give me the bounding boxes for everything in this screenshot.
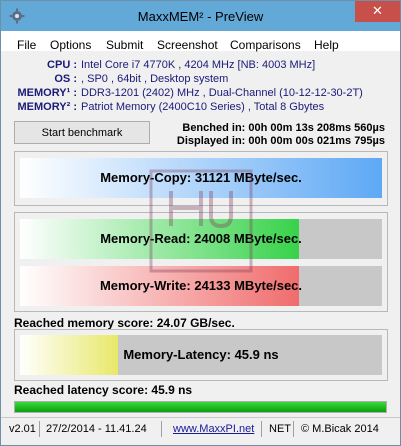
info-value: Patriot Memory (2400C10 Series) , Total … xyxy=(81,101,325,113)
menu-submit[interactable]: Submit xyxy=(106,38,143,52)
start-benchmark-button[interactable]: Start benchmark xyxy=(14,121,150,144)
status-datetime: 27/2/2014 - 11.41.24 xyxy=(46,423,147,435)
status-divider xyxy=(39,421,40,437)
menu-options[interactable]: Options xyxy=(50,38,91,52)
status-divider xyxy=(161,421,162,437)
status-divider xyxy=(261,421,262,437)
memory-latency-label: Memory-Latency: 45.9 ns xyxy=(123,347,279,362)
status-version: v2.01 xyxy=(9,423,36,435)
progress-bar xyxy=(14,401,387,413)
system-info: CPU : Intel Core i7 4770K , 4204 MHz [NB… xyxy=(1,53,400,115)
benched-time: Benched in: 00h 00m 13s 208ms 560µs xyxy=(182,122,385,134)
info-key: MEMORY¹ : xyxy=(17,87,77,99)
menu-screenshot[interactable]: Screenshot xyxy=(157,38,218,52)
memory-score: Reached memory score: 24.07 GB/sec. xyxy=(14,316,235,330)
status-copyright: © M.Bicak 2014 xyxy=(301,423,379,435)
menu-file[interactable]: File xyxy=(17,38,36,52)
app-window: MaxxMEM² - PreView ✕ File Options Submit… xyxy=(0,0,401,446)
menu-help[interactable]: Help xyxy=(314,38,339,52)
window-title: MaxxMEM² - PreView xyxy=(137,9,264,24)
status-bar: v2.01 27/2/2014 - 11.41.24 www.MaxxPI.ne… xyxy=(1,417,400,440)
info-value: , SP0 , 64bit , Desktop system xyxy=(81,73,229,85)
progress-fill xyxy=(15,402,386,412)
info-key: OS : xyxy=(54,73,77,85)
latency-score: Reached latency score: 45.9 ns xyxy=(14,383,193,397)
memory-latency-bar: Memory-Latency: 45.9 ns xyxy=(20,335,382,375)
close-button[interactable]: ✕ xyxy=(355,1,400,22)
displayed-time: Displayed in: 00h 00m 00s 021ms 795µs xyxy=(176,135,385,147)
info-key: MEMORY² : xyxy=(17,101,77,113)
info-key: CPU : xyxy=(47,59,77,71)
title-bar[interactable]: MaxxMEM² - PreView ✕ xyxy=(1,1,400,31)
status-divider xyxy=(293,421,294,437)
status-url-link[interactable]: www.MaxxPI.net xyxy=(173,423,254,435)
watermark-logo xyxy=(149,169,253,273)
info-value: Intel Core i7 4770K , 4204 MHz [NB: 4003… xyxy=(81,59,316,71)
info-value: DDR3-1201 (2402) MHz , Dual-Channel (10-… xyxy=(81,87,363,99)
status-net: NET xyxy=(269,423,291,435)
menu-comparisons[interactable]: Comparisons xyxy=(230,38,301,52)
